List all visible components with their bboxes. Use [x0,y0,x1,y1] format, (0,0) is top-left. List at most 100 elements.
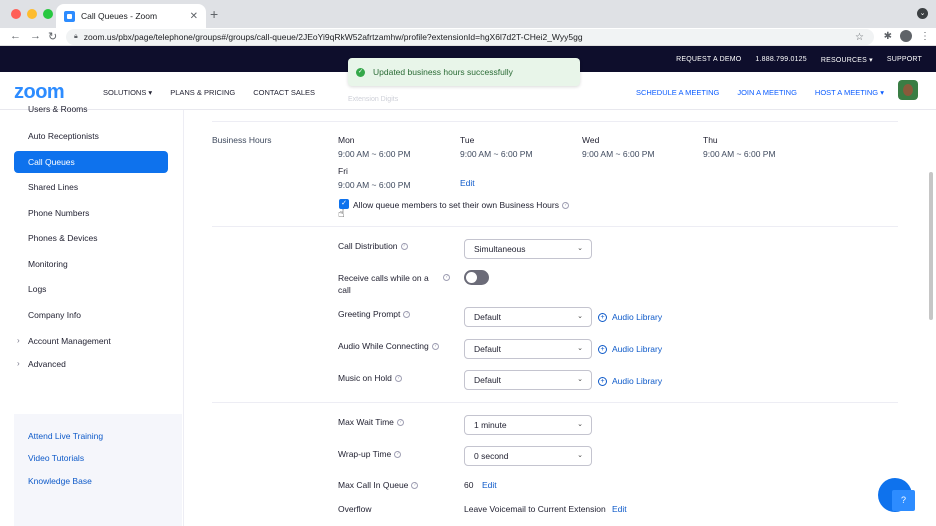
day-hours: 9:00 AM ~ 6:00 PM [338,180,411,190]
greeting-prompt-value: Default [474,312,501,322]
sidebar-item-auto-receptionists[interactable]: Auto Receptionists [14,125,168,147]
zoom-logo[interactable]: zoom [14,81,65,104]
zoom-favicon-icon [64,10,75,22]
info-icon[interactable]: ? [561,202,569,210]
chevron-right-icon: › [17,336,20,345]
info-icon[interactable]: ? [443,274,450,281]
call-distribution-select[interactable]: Simultaneous ⌄ [464,239,592,259]
address-bar-row: ← → ↻ 🔒︎ zoom.us/pbx/page/telephone/grou… [0,28,936,46]
info-icon[interactable]: ? [400,243,408,251]
call-distribution-label: Call Distribution? [338,241,408,251]
edit-overflow-link[interactable]: Edit [612,504,627,514]
audio-connecting-value: Default [474,344,501,354]
help-button[interactable]: ? [892,490,915,511]
audio-connecting-label: Audio While Connecting? [338,341,439,351]
receive-calls-toggle[interactable] [464,270,489,285]
tab-search-icon[interactable]: ⌄ [917,8,928,19]
info-icon[interactable]: ? [411,482,419,490]
day-hours: 9:00 AM ~ 6:00 PM [582,149,655,159]
solutions-menu[interactable]: SOLUTIONS ▾ [103,88,152,97]
join-meeting-link[interactable]: JOIN A MEETING [737,88,797,97]
browser-tab-bar: Call Queues - Zoom ✕ + ⌄ [0,0,936,28]
audio-library-link[interactable]: + Audio Library [598,312,662,322]
extension-icons: ✱ ⋮ [884,30,930,42]
wrap-up-time-value: 0 second [474,451,509,461]
reload-icon[interactable]: ↻ [48,30,57,43]
sidebar-item-company-info[interactable]: Company Info [14,304,168,326]
max-call-in-queue-label: Max Call In Queue? [338,480,419,490]
schedule-meeting-link[interactable]: SCHEDULE A MEETING [636,88,719,97]
knowledge-base-link[interactable]: Knowledge Base [28,476,92,486]
day-name: Mon [338,135,355,145]
bookmark-star-icon[interactable]: ☆ [855,32,864,43]
overflow-value: Leave Voicemail to Current Extension [464,504,606,514]
audio-library-link[interactable]: + Audio Library [598,344,662,354]
day-hours: 9:00 AM ~ 6:00 PM [703,149,776,159]
request-demo-link[interactable]: REQUEST A DEMO [676,56,741,64]
profile-avatar-icon[interactable] [900,30,912,42]
info-icon[interactable]: ? [394,375,402,383]
day-name: Wed [582,135,600,145]
audio-library-link[interactable]: + Audio Library [598,376,662,386]
resources-menu[interactable]: RESOURCES [821,56,873,64]
wrap-up-time-text: Wrap-up Time [338,449,392,459]
sidebar-item-phone-numbers[interactable]: Phone Numbers [14,202,168,224]
close-window-button[interactable] [11,9,21,19]
new-tab-button[interactable]: + [210,6,218,22]
host-meeting-menu[interactable]: HOST A MEETING ▾ [815,88,884,97]
call-distribution-value: Simultaneous [474,244,526,254]
audio-library-label: Audio Library [612,344,663,354]
forward-arrow-icon[interactable]: → [30,30,41,42]
info-icon[interactable]: ? [403,311,411,319]
divider [212,121,898,122]
day-friday: Fri 9:00 AM ~ 6:00 PM [338,166,411,190]
support-link[interactable]: SUPPORT [887,56,922,64]
back-arrow-icon[interactable]: ← [10,30,21,42]
greeting-prompt-label: Greeting Prompt? [338,309,411,319]
account-management-label: Account Management [28,336,111,346]
audio-connecting-select[interactable]: Default ⌄ [464,339,592,359]
minimize-window-button[interactable] [27,9,37,19]
edit-business-hours-link[interactable]: Edit [460,178,475,188]
browser-tab[interactable]: Call Queues - Zoom ✕ [56,4,206,28]
greeting-prompt-select[interactable]: Default ⌄ [464,307,592,327]
edit-max-call-link[interactable]: Edit [482,480,497,490]
day-name: Tue [460,135,475,145]
music-on-hold-select[interactable]: Default ⌄ [464,370,592,390]
sidebar-item-users-rooms[interactable]: Users & Rooms [14,102,168,116]
info-icon[interactable]: ? [431,343,439,351]
allow-members-label: Allow queue members to set their own Bus… [353,200,569,210]
max-wait-time-select[interactable]: 1 minute ⌄ [464,415,592,435]
sidebar-item-logs[interactable]: Logs [14,278,168,300]
user-avatar[interactable] [898,80,918,100]
chevron-down-icon: ⌄ [577,245,583,252]
chevron-down-icon: ⌄ [577,313,583,320]
extensions-puzzle-icon[interactable]: ✱ [884,31,892,42]
plans-pricing-link[interactable]: PLANS & PRICING [170,88,235,97]
sidebar-item-account-management[interactable]: › Account Management [14,330,168,352]
contact-sales-link[interactable]: CONTACT SALES [253,88,315,97]
wrap-up-time-label: Wrap-up Time? [338,449,402,459]
video-tutorials-link[interactable]: Video Tutorials [28,453,84,463]
menu-kebab-icon[interactable]: ⋮ [920,31,930,42]
sidebar-item-call-queues[interactable]: Call Queues [14,151,168,173]
sidebar-item-monitoring[interactable]: Monitoring [14,253,168,275]
maximize-window-button[interactable] [43,9,53,19]
info-icon[interactable]: ? [394,451,402,459]
wrap-up-time-select[interactable]: 0 second ⌄ [464,446,592,466]
sidebar-item-advanced[interactable]: › Advanced [14,353,168,375]
sidebar-item-shared-lines[interactable]: Shared Lines [14,176,168,198]
phone-number-link[interactable]: 1.888.799.0125 [755,56,806,64]
attend-live-training-link[interactable]: Attend Live Training [28,431,103,441]
solutions-label: SOLUTIONS [103,88,147,97]
plus-circle-icon: + [598,312,607,322]
day-wednesday: Wed 9:00 AM ~ 6:00 PM [582,135,655,159]
page-scrollbar[interactable] [929,172,933,320]
url-field[interactable]: 🔒︎ zoom.us/pbx/page/telephone/groups#/gr… [66,29,874,45]
max-wait-time-value: 1 minute [474,420,507,430]
audio-connecting-text: Audio While Connecting [338,341,429,351]
close-tab-icon[interactable]: ✕ [190,11,198,22]
sidebar-item-phones-devices[interactable]: Phones & Devices [14,227,168,249]
day-thursday: Thu 9:00 AM ~ 6:00 PM [703,135,776,159]
info-icon[interactable]: ? [396,419,404,427]
